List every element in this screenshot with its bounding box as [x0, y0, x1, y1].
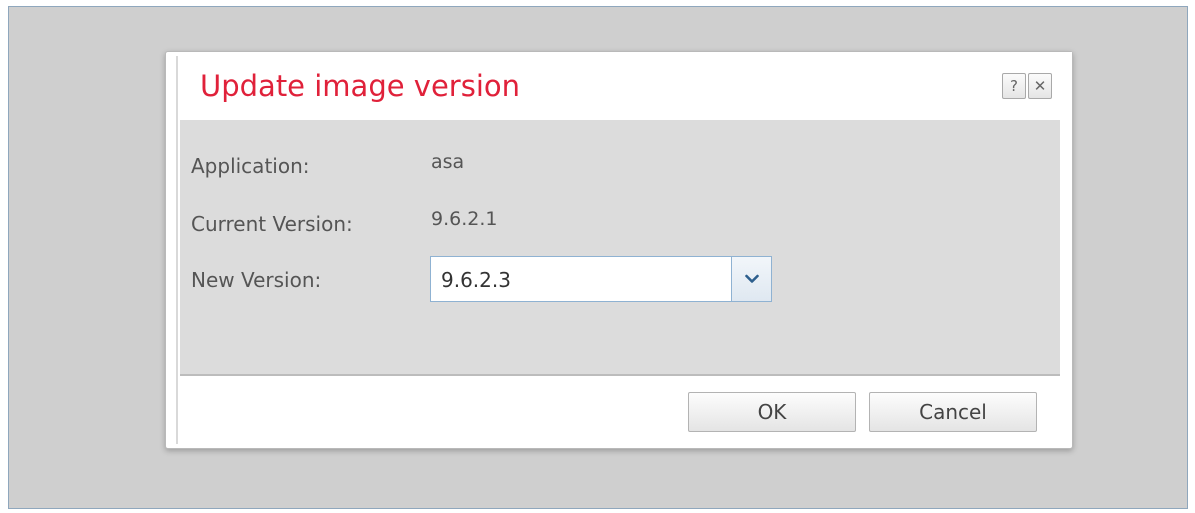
new-version-selected-value: 9.6.2.3 [441, 268, 511, 292]
dialog-edge-divider [176, 56, 178, 444]
new-version-select[interactable]: 9.6.2.3 [430, 256, 772, 302]
current-version-value: 9.6.2.1 [431, 208, 498, 230]
current-version-label: Current Version: [191, 212, 353, 236]
dialog-footer: OK Cancel [180, 376, 1060, 448]
close-button[interactable]: ✕ [1028, 73, 1052, 99]
application-label: Application: [191, 154, 310, 178]
dialog-title: Update image version [200, 69, 521, 103]
application-value: asa [431, 151, 465, 173]
update-image-version-dialog: Update image version ? ✕ Application: as… [165, 51, 1073, 449]
cancel-button[interactable]: Cancel [869, 392, 1037, 432]
chevron-down-icon [744, 274, 759, 283]
question-mark-icon: ? [1010, 77, 1018, 95]
new-version-label: New Version: [191, 268, 322, 292]
ok-button[interactable]: OK [688, 392, 856, 432]
close-icon: ✕ [1033, 77, 1047, 95]
dialog-body: Application: asa Current Version: 9.6.2.… [180, 120, 1060, 376]
help-button[interactable]: ? [1002, 73, 1026, 99]
modal-backdrop: Update image version ? ✕ Application: as… [8, 6, 1188, 509]
dialog-header: Update image version ? ✕ [180, 52, 1072, 120]
dropdown-toggle[interactable] [731, 257, 771, 301]
